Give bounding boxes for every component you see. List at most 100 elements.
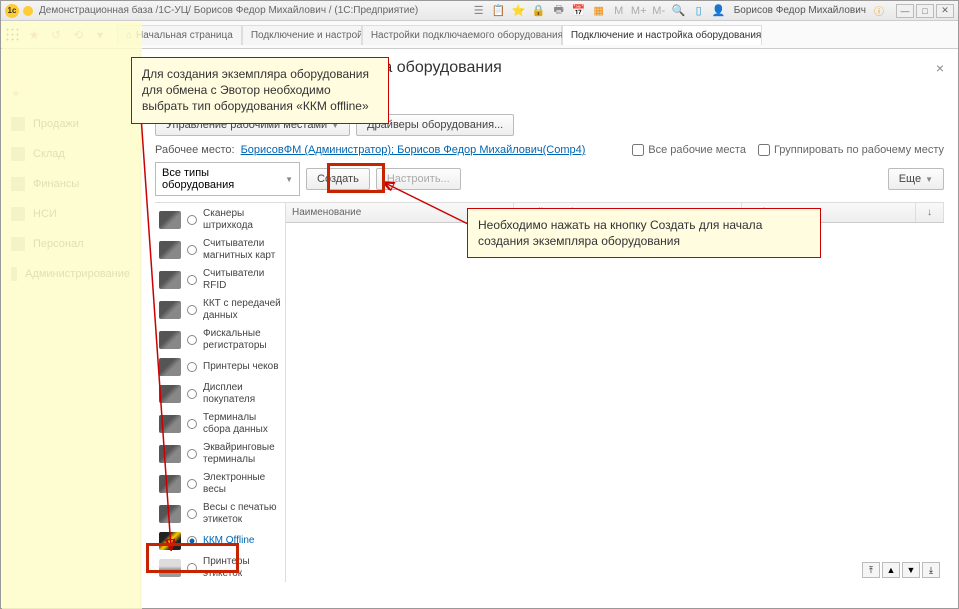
type-thumb	[159, 301, 181, 319]
sidebar-item-admin[interactable]: Администрирование	[1, 259, 140, 289]
type-thumb	[159, 559, 181, 577]
type-item-fiscal[interactable]: Фискальные регистраторы	[155, 325, 285, 355]
titlebar: 1c Демонстрационная база /1С-УЦ/ Борисов…	[1, 1, 958, 21]
tool-icon[interactable]: ⭐	[512, 4, 526, 18]
type-item-receipt[interactable]: Принтеры чеков	[155, 355, 285, 379]
sidebar-item-favorites[interactable]: ★	[1, 79, 140, 109]
type-item-tsd[interactable]: Терминалы сбора данных	[155, 409, 285, 439]
type-item-labelprn[interactable]: Принтеры этикеток	[155, 553, 285, 582]
book-icon[interactable]: ▯	[692, 4, 706, 18]
radio-icon	[187, 305, 197, 315]
radio-icon	[187, 536, 197, 546]
type-thumb	[159, 415, 181, 433]
pin-icon[interactable]: ⟲	[69, 26, 87, 44]
toolbar: ★ ↺ ⟲ ▾ ⌂Начальная страница Подключение …	[1, 21, 958, 49]
radio-icon	[187, 419, 197, 429]
sidebar-item-sales[interactable]: Продажи	[1, 109, 140, 139]
main-content: ←→ Подключение и настройка оборудования …	[141, 49, 958, 608]
table-body	[286, 223, 944, 580]
type-label: ККМ Offline	[203, 535, 254, 547]
type-item-rfid[interactable]: Считыватели RFID	[155, 265, 285, 295]
type-thumb	[159, 532, 181, 550]
type-item-kkt[interactable]: ККТ с передачей данных	[155, 295, 285, 325]
type-item-kkm[interactable]: ККМ Offline	[155, 529, 285, 553]
star-icon[interactable]: ★	[25, 26, 43, 44]
tab-home[interactable]: ⌂Начальная страница	[117, 25, 242, 45]
type-thumb	[159, 505, 181, 523]
type-label: Считыватели RFID	[203, 268, 281, 292]
type-thumb	[159, 445, 181, 463]
type-thumb	[159, 385, 181, 403]
nav-up-icon[interactable]: ▲	[882, 562, 900, 578]
type-label: Принтеры чеков	[203, 361, 279, 373]
radio-icon	[187, 563, 197, 573]
type-item-scalesprint[interactable]: Весы с печатью этикеток	[155, 499, 285, 529]
radio-icon	[187, 275, 197, 285]
equipment-type-filter[interactable]: Все типы оборудования▼	[155, 162, 300, 196]
print-icon[interactable]: 🖶	[552, 4, 566, 18]
type-label: Считыватели магнитных карт	[203, 238, 281, 262]
tab-equipment-1[interactable]: Подключение и настройка оборудования×	[242, 25, 362, 45]
type-label: Электронные весы	[203, 472, 281, 496]
radio-icon	[187, 449, 197, 459]
sidebar-item-warehouse[interactable]: Склад	[1, 139, 140, 169]
page-close-icon[interactable]: ×	[936, 60, 944, 76]
type-label: ККТ с передачей данных	[203, 298, 281, 322]
tool-icon[interactable]: ☰	[472, 4, 486, 18]
m-plus-icon[interactable]: M+	[632, 4, 646, 18]
sidebar-item-finance[interactable]: Финансы	[1, 169, 140, 199]
type-label: Весы с печатью этикеток	[203, 502, 281, 526]
type-label: Дисплеи покупателя	[203, 382, 281, 406]
apps-icon[interactable]	[5, 27, 21, 43]
radio-icon	[187, 362, 197, 372]
type-label: Эквайринговые терминалы	[203, 442, 281, 466]
sidebar: ★ Продажи Склад Финансы НСИ Персонал Адм…	[1, 49, 141, 608]
type-item-scanner[interactable]: Сканеры штрихкода	[155, 205, 285, 235]
type-label: Фискальные регистраторы	[203, 328, 281, 352]
configure-button[interactable]: Настроить...	[376, 168, 461, 190]
more-button[interactable]: Еще▼	[888, 168, 944, 190]
calc-icon[interactable]: ▦	[592, 4, 606, 18]
type-thumb	[159, 331, 181, 349]
workplace-link[interactable]: БорисовФМ (Администратор); Борисов Федор…	[241, 144, 586, 156]
radio-icon	[187, 479, 197, 489]
close-button[interactable]: ✕	[936, 4, 954, 18]
type-thumb	[159, 475, 181, 493]
tab-equipment-3[interactable]: Подключение и настройка оборудования×	[562, 25, 762, 45]
nav-down-icon[interactable]: ▼	[902, 562, 920, 578]
sidebar-item-nsi[interactable]: НСИ	[1, 199, 140, 229]
m-minus-icon[interactable]: M-	[652, 4, 666, 18]
maximize-button[interactable]: □	[916, 4, 934, 18]
group-workplaces-checkbox[interactable]: Группировать по рабочему месту	[758, 144, 944, 156]
m-icon[interactable]: M	[612, 4, 626, 18]
nav-last-icon[interactable]: ⤓	[922, 562, 940, 578]
user-icon: 👤	[712, 4, 726, 18]
callout-create-button: Необходимо нажать на кнопку Создать для …	[467, 208, 821, 258]
type-label: Сканеры штрихкода	[203, 208, 281, 232]
nav-first-icon[interactable]: ⤒	[862, 562, 880, 578]
type-item-display[interactable]: Дисплеи покупателя	[155, 379, 285, 409]
more-icon[interactable]: ▾	[91, 26, 109, 44]
type-item-acquiring[interactable]: Эквайринговые терминалы	[155, 439, 285, 469]
tool-icon[interactable]: 📋	[492, 4, 506, 18]
sidebar-item-personnel[interactable]: Персонал	[1, 229, 140, 259]
radio-icon	[187, 215, 197, 225]
type-thumb	[159, 271, 181, 289]
window-title: Демонстрационная база /1С-УЦ/ Борисов Фе…	[39, 5, 418, 16]
type-item-magcard[interactable]: Считыватели магнитных карт	[155, 235, 285, 265]
equipment-table: Наименование Драйвер оборудования Рабоче…	[285, 203, 944, 582]
th-sort[interactable]: ↓	[916, 203, 944, 222]
all-workplaces-checkbox[interactable]: Все рабочие места	[632, 144, 746, 156]
minimize-button[interactable]: —	[896, 4, 914, 18]
calendar-icon[interactable]: 📅	[572, 4, 586, 18]
app-menu-dropdown[interactable]	[23, 6, 33, 16]
info-icon[interactable]: ⓘ	[874, 3, 884, 18]
tool-icon[interactable]: 🔒	[532, 4, 546, 18]
type-item-scales[interactable]: Электронные весы	[155, 469, 285, 499]
history-icon[interactable]: ↺	[47, 26, 65, 44]
search-icon[interactable]: 🔍	[672, 4, 686, 18]
create-button[interactable]: Создать	[306, 168, 370, 190]
equipment-type-list: Сканеры штрихкода Считыватели магнитных к…	[155, 203, 285, 582]
tab-equipment-settings[interactable]: Настройки подключаемого оборудования×	[362, 25, 562, 45]
workplace-label: Рабочее место:	[155, 144, 235, 156]
